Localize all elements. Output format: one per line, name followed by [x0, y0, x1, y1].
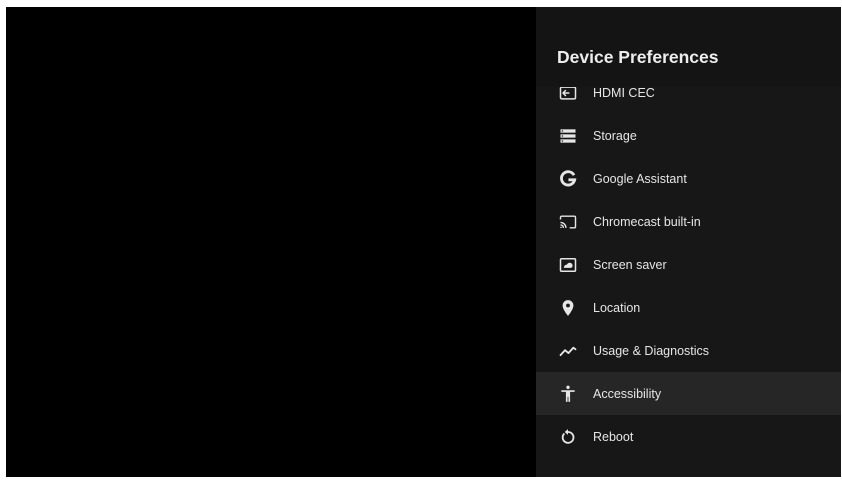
content-area [6, 7, 536, 477]
settings-panel: Device Preferences HDMI CEC Storage Goog… [536, 7, 841, 477]
google-icon [558, 169, 578, 189]
trending-line-icon [558, 341, 578, 361]
menu-item-label: Usage & Diagnostics [593, 343, 710, 358]
menu-item-label: HDMI CEC [593, 85, 655, 100]
location-pin-icon [558, 298, 578, 318]
menu-item-chromecast-built-in[interactable]: Chromecast built-in [536, 200, 841, 243]
menu-item-label: Screen saver [593, 257, 667, 272]
menu-item-location[interactable]: Location [536, 286, 841, 329]
menu-item-reboot[interactable]: Reboot [536, 415, 841, 458]
menu-item-label: Reboot [593, 429, 634, 444]
preferences-menu: HDMI CEC Storage Google Assistant Chrome… [536, 71, 841, 458]
menu-item-label: Google Assistant [593, 171, 687, 186]
menu-item-google-assistant[interactable]: Google Assistant [536, 157, 841, 200]
cast-icon [558, 212, 578, 232]
menu-item-label: Storage [593, 128, 637, 143]
menu-item-storage[interactable]: Storage [536, 114, 841, 157]
screensaver-icon [558, 255, 578, 275]
tv-screen: Device Preferences HDMI CEC Storage Goog… [6, 7, 841, 477]
menu-item-accessibility[interactable]: Accessibility [536, 372, 841, 415]
panel-title: Device Preferences [557, 47, 719, 67]
storage-icon [558, 126, 578, 146]
menu-item-label: Location [593, 300, 641, 315]
menu-item-usage-diagnostics[interactable]: Usage & Diagnostics [536, 329, 841, 372]
reboot-icon [558, 427, 578, 447]
accessibility-icon [558, 384, 578, 404]
menu-item-label: Accessibility [593, 386, 662, 401]
menu-item-label: Chromecast built-in [593, 214, 701, 229]
menu-item-screen-saver[interactable]: Screen saver [536, 243, 841, 286]
panel-header: Device Preferences [536, 7, 841, 87]
